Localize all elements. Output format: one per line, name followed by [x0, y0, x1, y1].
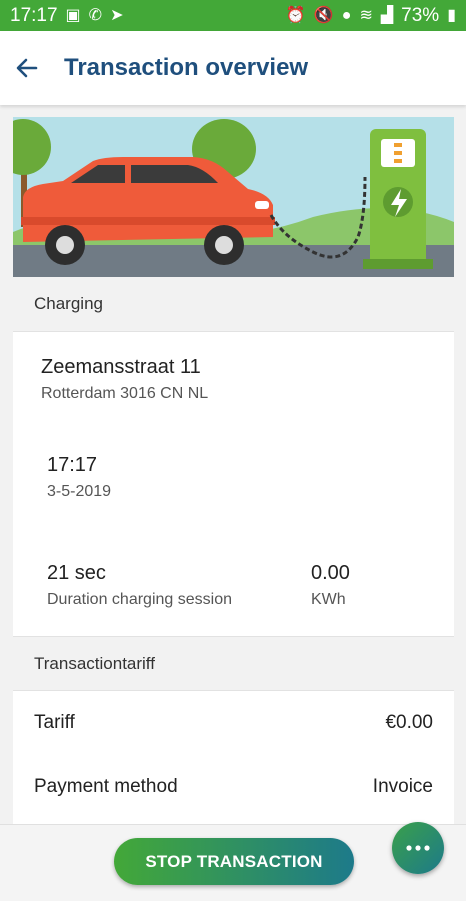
- transaction-card: Charging Zeemansstraat 11 Rotterdam 3016…: [13, 117, 454, 837]
- address-street: Zeemansstraat 11: [41, 356, 201, 378]
- page-title: Transaction overview: [64, 54, 309, 81]
- tariff-section-header: Transactiontariff: [13, 636, 454, 691]
- charging-section-header: Charging: [13, 277, 454, 332]
- duration-label: Duration charging session: [47, 591, 232, 608]
- tariff-value: €0.00: [385, 712, 433, 733]
- status-time: 17:17: [10, 4, 58, 26]
- duration-value: 21 sec: [47, 562, 106, 584]
- tariff-row: Tariff €0.00: [13, 691, 454, 755]
- charging-section-label: Charging: [34, 294, 103, 313]
- session-datetime: 17:17 3-5-2019: [13, 420, 454, 516]
- charging-car-illustration: [13, 117, 454, 277]
- status-bar: 17:17 ▣ ✆ ➤ ⏰ 🔇 ● ≋ ▟ 73% ▮: [0, 0, 466, 31]
- tariff-section-label: Transactiontariff: [34, 653, 155, 673]
- energy-unit: KWh: [311, 591, 346, 608]
- payment-method-value: Invoice: [372, 776, 433, 797]
- arrow-left-icon[interactable]: [12, 53, 42, 83]
- alarm-icon: ⏰: [285, 6, 306, 24]
- session-stats: 21 sec Duration charging session 0.00 KW…: [13, 516, 454, 636]
- battery-percent: 73%: [401, 4, 440, 26]
- tariff-label: Tariff: [34, 712, 75, 733]
- payment-method-label: Payment method: [34, 776, 178, 797]
- address-city: Rotterdam 3016 CN NL: [41, 385, 209, 402]
- payment-method-row: Payment method Invoice: [13, 755, 454, 819]
- app-bar: Transaction overview: [0, 31, 466, 105]
- navigation-icon: ➤: [110, 6, 124, 24]
- more-actions-button[interactable]: [392, 822, 444, 874]
- location-icon: ●: [341, 6, 352, 24]
- mute-icon: 🔇: [313, 6, 334, 24]
- more-horizontal-icon: [406, 845, 430, 851]
- stop-transaction-button[interactable]: STOP TRANSACTION: [114, 838, 354, 885]
- image-icon: ▣: [65, 6, 81, 24]
- energy-value: 0.00: [311, 562, 350, 584]
- battery-icon: ▮: [447, 6, 456, 24]
- session-date: 3-5-2019: [47, 483, 112, 500]
- wifi-icon: ≋: [359, 6, 373, 24]
- phone-icon: ✆: [88, 6, 103, 24]
- location-info: Zeemansstraat 11 Rotterdam 3016 CN NL: [13, 332, 454, 420]
- session-time: 17:17: [47, 454, 98, 476]
- signal-icon: ▟: [380, 6, 394, 24]
